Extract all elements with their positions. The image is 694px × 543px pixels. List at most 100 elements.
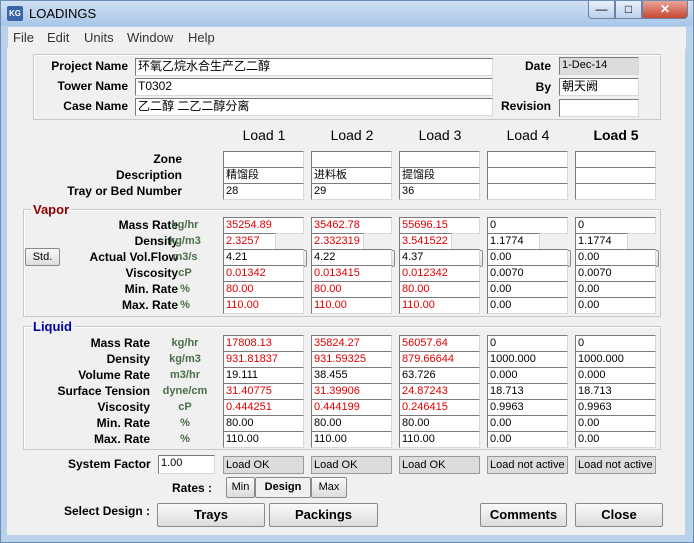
vapor-value-cell[interactable]: 0.00 xyxy=(575,249,656,266)
liquid-title: Liquid xyxy=(31,319,74,334)
vapor-value-cell[interactable]: 35254.89 xyxy=(223,217,304,234)
liquid-value-cell[interactable]: 0.9963 xyxy=(487,399,568,416)
vapor-value-cell[interactable]: 1.1774 xyxy=(487,233,540,250)
description-field-load-2[interactable]: 进料板 xyxy=(311,167,392,184)
vapor-value-cell[interactable]: 0.00 xyxy=(487,249,568,266)
vapor-value-cell[interactable]: 0.00 xyxy=(575,297,656,314)
tray-field-load-5[interactable] xyxy=(575,183,656,200)
liquid-row-unit: kg/m3 xyxy=(169,353,201,365)
liquid-value-cell[interactable]: 110.00 xyxy=(399,431,480,448)
project-name-field[interactable]: 环氧乙烷水合生产乙二醇 xyxy=(135,58,493,76)
liquid-value-cell[interactable]: 0.000 xyxy=(575,367,656,384)
rates-min-button[interactable]: Min xyxy=(226,477,255,498)
liquid-value-cell[interactable]: 19.111 xyxy=(223,367,304,384)
zone-field-load-4[interactable] xyxy=(487,151,568,168)
liquid-value-cell[interactable]: 80.00 xyxy=(311,415,392,432)
liquid-value-cell[interactable]: 80.00 xyxy=(399,415,480,432)
liquid-value-cell[interactable]: 24.87243 xyxy=(399,383,480,400)
zone-field-load-2[interactable] xyxy=(311,151,392,168)
zone-field-load-5[interactable] xyxy=(575,151,656,168)
vapor-value-cell[interactable]: 0.0070 xyxy=(487,265,568,282)
std-button[interactable]: Std. xyxy=(25,248,60,266)
vapor-value-cell[interactable]: 80.00 xyxy=(399,281,480,298)
liquid-value-cell[interactable]: 17808.13 xyxy=(223,335,304,352)
liquid-value-cell[interactable]: 31.40775 xyxy=(223,383,304,400)
vapor-value-cell[interactable]: 0.012342 xyxy=(399,265,480,282)
trays-button[interactable]: Trays xyxy=(157,503,265,527)
vapor-value-cell[interactable]: 55696.15 xyxy=(399,217,480,234)
revision-field[interactable] xyxy=(559,99,639,117)
liquid-value-cell[interactable]: 56057.64 xyxy=(399,335,480,352)
liquid-value-cell[interactable]: 0.444251 xyxy=(223,399,304,416)
tray-field-load-2[interactable]: 29 xyxy=(311,183,392,200)
description-field-load-4[interactable] xyxy=(487,167,568,184)
vapor-value-cell[interactable]: 0.013415 xyxy=(311,265,392,282)
liquid-value-cell[interactable]: 0.00 xyxy=(487,431,568,448)
liquid-value-cell[interactable]: 0 xyxy=(487,335,568,352)
vapor-value-cell[interactable]: 0.00 xyxy=(575,281,656,298)
vapor-value-cell[interactable]: 0 xyxy=(575,217,656,234)
vapor-value-cell[interactable]: 110.00 xyxy=(223,297,304,314)
liquid-value-cell[interactable]: 0.246415 xyxy=(399,399,480,416)
liquid-value-cell[interactable]: 0 xyxy=(575,335,656,352)
vapor-value-cell[interactable]: 0.00 xyxy=(487,281,568,298)
liquid-value-cell[interactable]: 35824.27 xyxy=(311,335,392,352)
vapor-value-cell[interactable]: 0.00 xyxy=(487,297,568,314)
packings-button[interactable]: Packings xyxy=(269,503,378,527)
liquid-value-cell[interactable]: 931.59325 xyxy=(311,351,392,368)
vapor-value-cell[interactable]: 2.332319 xyxy=(311,233,364,250)
vapor-value-cell[interactable]: 2.3257 xyxy=(223,233,276,250)
liquid-value-cell[interactable]: 0.00 xyxy=(575,431,656,448)
rates-design-button[interactable]: Design xyxy=(255,477,311,498)
liquid-value-cell[interactable]: 110.00 xyxy=(311,431,392,448)
liquid-row-label: Viscosity xyxy=(97,400,150,414)
vapor-value-cell[interactable]: 0.0070 xyxy=(575,265,656,282)
liquid-value-cell[interactable]: 0.00 xyxy=(575,415,656,432)
vapor-row-unit: % xyxy=(180,283,190,295)
liquid-value-cell[interactable]: 31.39906 xyxy=(311,383,392,400)
liquid-value-cell[interactable]: 0.000 xyxy=(487,367,568,384)
liquid-value-cell[interactable]: 0.9963 xyxy=(575,399,656,416)
liquid-value-cell[interactable]: 0.444199 xyxy=(311,399,392,416)
liquid-value-cell[interactable]: 18.713 xyxy=(575,383,656,400)
description-field-load-3[interactable]: 提馏段 xyxy=(399,167,480,184)
liquid-value-cell[interactable]: 1000.000 xyxy=(575,351,656,368)
liquid-value-cell[interactable]: 879.66644 xyxy=(399,351,480,368)
rates-max-button[interactable]: Max xyxy=(311,477,347,498)
tray-field-load-1[interactable]: 28 xyxy=(223,183,304,200)
zone-field-load-1[interactable] xyxy=(223,151,304,168)
vapor-value-cell[interactable]: 3.541522 xyxy=(399,233,452,250)
system-factor-field[interactable]: 1.00 xyxy=(158,455,215,474)
tray-field-load-3[interactable]: 36 xyxy=(399,183,480,200)
liquid-value-cell[interactable]: 63.726 xyxy=(399,367,480,384)
liquid-value-cell[interactable]: 38.455 xyxy=(311,367,392,384)
description-field-load-1[interactable]: 精馏段 xyxy=(223,167,304,184)
zone-field-load-3[interactable] xyxy=(399,151,480,168)
description-field-load-5[interactable] xyxy=(575,167,656,184)
load-5-header: Load 5 xyxy=(593,127,639,143)
vapor-value-cell[interactable]: 110.00 xyxy=(399,297,480,314)
vapor-value-cell[interactable]: 4.21 xyxy=(223,249,304,266)
vapor-value-cell[interactable]: 80.00 xyxy=(311,281,392,298)
vapor-value-cell[interactable]: 35462.78 xyxy=(311,217,392,234)
liquid-value-cell[interactable]: 110.00 xyxy=(223,431,304,448)
vapor-value-cell[interactable]: 0 xyxy=(487,217,568,234)
vapor-value-cell[interactable]: 80.00 xyxy=(223,281,304,298)
vapor-value-cell[interactable]: 1.1774 xyxy=(575,233,628,250)
close-button[interactable]: Close xyxy=(575,503,663,527)
liquid-value-cell[interactable]: 931.81837 xyxy=(223,351,304,368)
tower-name-field[interactable]: T0302 xyxy=(135,78,493,96)
by-field[interactable]: 朝天阙 xyxy=(559,78,639,96)
liquid-value-cell[interactable]: 0.00 xyxy=(487,415,568,432)
comments-button[interactable]: Comments xyxy=(480,503,567,527)
tray-field-load-4[interactable] xyxy=(487,183,568,200)
vapor-value-cell[interactable]: 4.22 xyxy=(311,249,392,266)
liquid-value-cell[interactable]: 18.713 xyxy=(487,383,568,400)
vapor-value-cell[interactable]: 0.01342 xyxy=(223,265,304,282)
vapor-value-cell[interactable]: 4.37 xyxy=(399,249,480,266)
vapor-value-cell[interactable]: 110.00 xyxy=(311,297,392,314)
vapor-row-unit: kg/hr xyxy=(171,219,199,231)
liquid-value-cell[interactable]: 80.00 xyxy=(223,415,304,432)
liquid-value-cell[interactable]: 1000.000 xyxy=(487,351,568,368)
case-name-field[interactable]: 乙二醇 二乙二醇分离 xyxy=(135,98,493,116)
